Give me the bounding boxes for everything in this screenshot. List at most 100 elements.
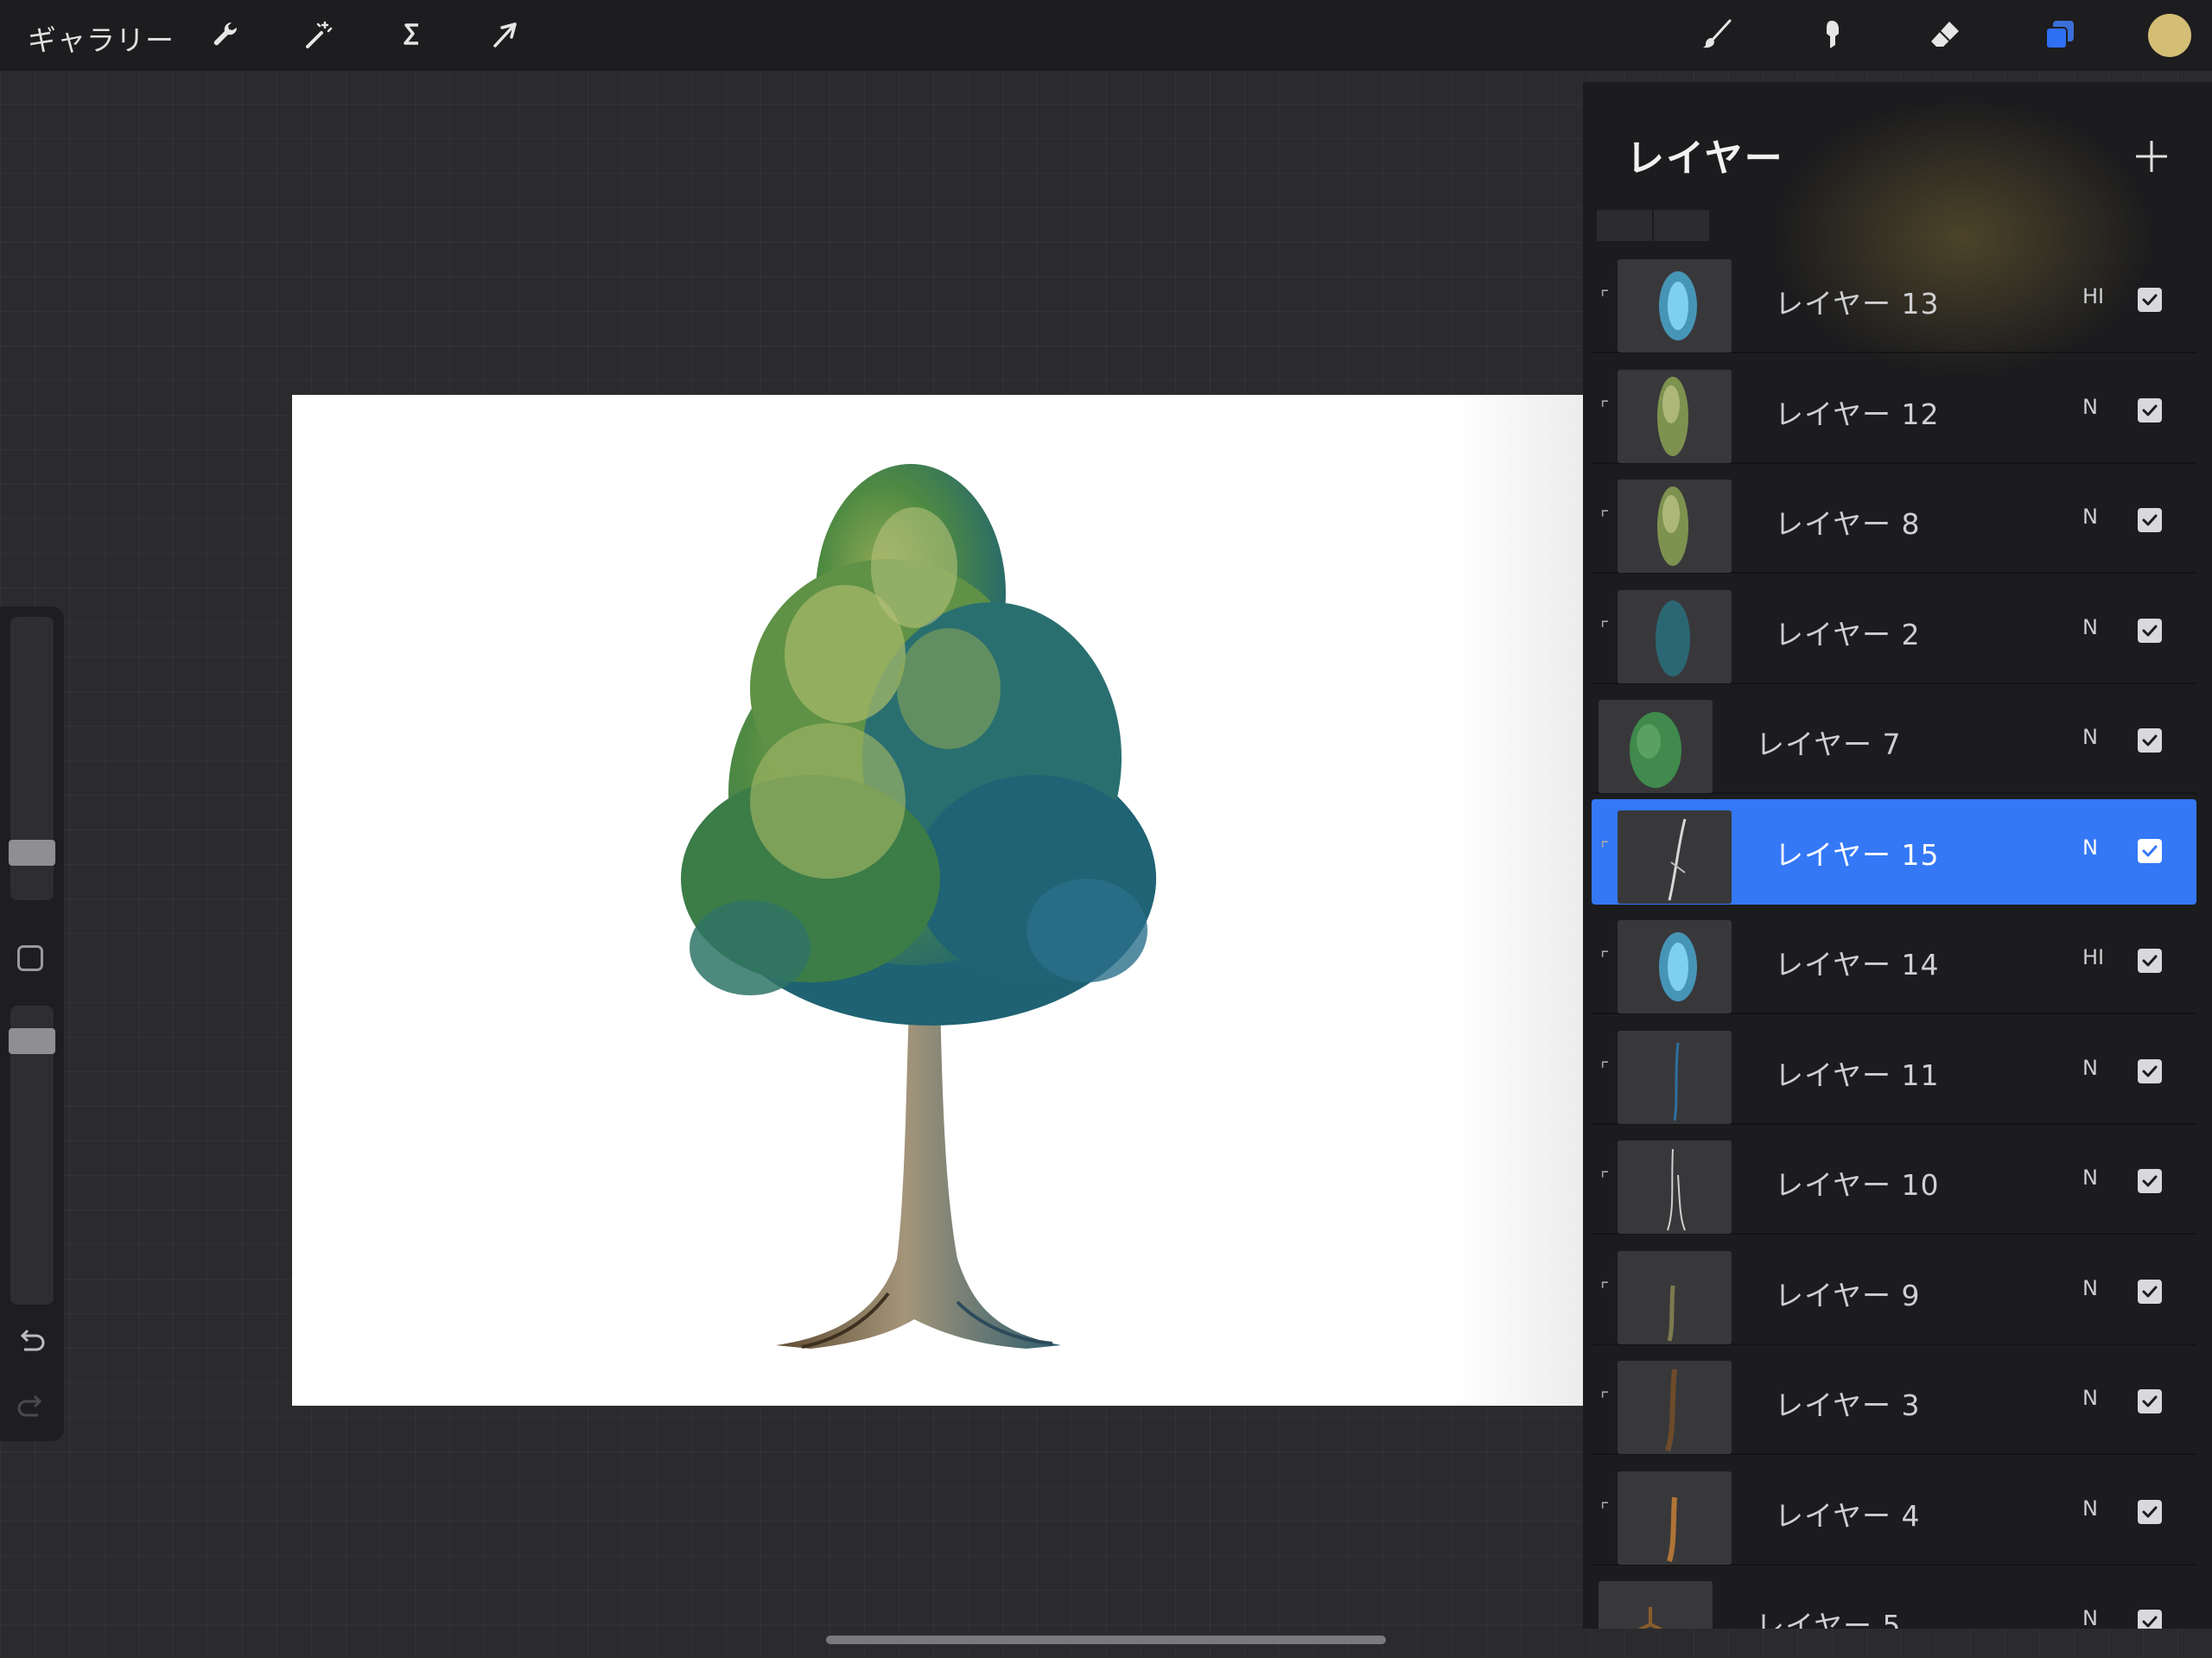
visibility-checkbox[interactable] <box>2138 1610 2162 1629</box>
layer-row[interactable]: ⌜ レイヤー 9 N <box>1592 1240 2196 1345</box>
brush-icon[interactable] <box>1694 10 1742 59</box>
blend-mode-button[interactable]: N <box>2082 1056 2098 1080</box>
home-indicator[interactable] <box>826 1636 1386 1644</box>
blend-mode-button[interactable]: N <box>2082 1496 2098 1521</box>
gallery-button[interactable]: ギャラリー <box>28 17 175 59</box>
clipping-mask-icon: ⌜ <box>1600 949 1610 970</box>
layer-name: レイヤー 5 <box>1756 1609 1902 1629</box>
layer-thumbnail[interactable] <box>1618 480 1732 573</box>
opacity-slider[interactable] <box>9 1006 55 1305</box>
layer-thumbnail[interactable] <box>1618 369 1732 463</box>
clipping-mask-icon: ⌜ <box>1600 1499 1610 1521</box>
clipping-mask-icon: ⌜ <box>1600 1169 1610 1191</box>
top-toolbar: ギャラリー <box>0 0 2212 71</box>
blend-mode-button[interactable]: N <box>2082 395 2098 419</box>
layer-thumbnail[interactable] <box>1618 1361 1732 1454</box>
undo-icon[interactable] <box>14 1325 48 1360</box>
layer-name: レイヤー 10 <box>1775 1168 1940 1202</box>
clipping-mask-icon: ⌜ <box>1600 838 1610 861</box>
layer-row[interactable]: ⌜ レイヤー 15 N <box>1592 798 2196 905</box>
blend-mode-button[interactable]: N <box>2082 1386 2098 1410</box>
visibility-checkbox[interactable] <box>2138 1169 2162 1193</box>
clipping-mask-icon: ⌜ <box>1600 1279 1610 1301</box>
layer-thumbnail[interactable] <box>1618 810 1732 904</box>
blend-mode-button[interactable]: N <box>2082 1276 2098 1300</box>
visibility-checkbox[interactable] <box>2138 1389 2162 1413</box>
drawing-canvas[interactable] <box>292 395 1583 1406</box>
layer-thumbnail[interactable] <box>1618 920 1732 1013</box>
layer-thumbnail[interactable] <box>1618 1471 1732 1565</box>
layer-thumbnail[interactable] <box>1618 1250 1732 1344</box>
visibility-checkbox[interactable] <box>2138 1058 2162 1083</box>
layer-thumbnail[interactable] <box>1599 700 1713 793</box>
blend-mode-button[interactable]: HI <box>2082 284 2104 308</box>
layer-row[interactable]: ⌜ レイヤー 13 HI <box>1592 248 2196 353</box>
layers-icon[interactable] <box>2036 10 2084 59</box>
tree-canopy <box>681 464 1156 1026</box>
layer-name: レイヤー 2 <box>1775 617 1921 651</box>
blend-mode-button[interactable]: N <box>2082 835 2098 860</box>
visibility-checkbox[interactable] <box>2138 1499 2162 1524</box>
tree-artwork <box>681 464 1156 1349</box>
layer-row[interactable]: ⌜ レイヤー 12 N <box>1592 359 2196 464</box>
color-swatch[interactable] <box>2148 14 2191 57</box>
clipping-mask-icon: ⌜ <box>1600 508 1610 530</box>
blend-mode-button[interactable]: N <box>2082 1606 2098 1629</box>
visibility-checkbox[interactable] <box>2138 397 2162 422</box>
visibility-checkbox[interactable] <box>2138 728 2162 753</box>
layer-thumbnail[interactable] <box>1599 1581 1713 1629</box>
layer-name: レイヤー 7 <box>1756 727 1902 761</box>
visibility-checkbox[interactable] <box>2138 508 2162 532</box>
layer-row[interactable]: ⌜ レイヤー 11 N <box>1592 1020 2196 1125</box>
brush-size-slider[interactable] <box>9 617 55 900</box>
visibility-checkbox[interactable] <box>2138 1279 2162 1304</box>
visibility-checkbox[interactable] <box>2138 288 2162 312</box>
left-sidebar <box>0 607 64 1441</box>
blend-mode-button[interactable]: N <box>2082 1166 2098 1190</box>
layer-name: レイヤー 3 <box>1775 1388 1921 1422</box>
wrench-icon[interactable] <box>201 10 250 59</box>
layer-row[interactable]: ⌜ レイヤー 14 HI <box>1592 909 2196 1014</box>
layer-row[interactable]: レイヤー 5 N <box>1592 1570 2196 1629</box>
clipping-mask-icon: ⌜ <box>1600 1058 1610 1081</box>
visibility-checkbox[interactable] <box>2138 618 2162 643</box>
layer-name: レイヤー 8 <box>1775 507 1921 541</box>
segment-left[interactable] <box>1597 210 1652 241</box>
segment-right[interactable] <box>1654 210 1709 241</box>
layers-panel: レイヤー ⌜ レイヤー 13 HI ⌜ レイヤー 12 N ⌜ レイヤー 8 N ⌜ レイヤー 2 N… <box>1583 82 2212 1629</box>
layer-thumbnail[interactable] <box>1618 1140 1732 1234</box>
modify-square-icon[interactable] <box>17 945 43 971</box>
blend-mode-button[interactable]: N <box>2082 725 2098 749</box>
clipping-mask-icon: ⌜ <box>1600 288 1610 309</box>
layer-name: レイヤー 9 <box>1775 1278 1921 1312</box>
opacity-thumb[interactable] <box>9 1028 55 1054</box>
blend-mode-button[interactable]: N <box>2082 505 2098 529</box>
layer-row[interactable]: ⌜ レイヤー 4 N <box>1592 1460 2196 1566</box>
eraser-icon[interactable] <box>1922 10 1970 59</box>
blend-mode-button[interactable]: N <box>2082 615 2098 639</box>
layer-thumbnail[interactable] <box>1618 589 1732 683</box>
layer-thumbnail[interactable] <box>1618 1030 1732 1124</box>
blend-mode-button[interactable]: HI <box>2082 945 2104 969</box>
layer-row[interactable]: ⌜ レイヤー 2 N <box>1592 579 2196 684</box>
transform-arrow-icon[interactable] <box>480 10 529 59</box>
layer-name: レイヤー 13 <box>1775 287 1940 321</box>
layer-row[interactable]: ⌜ レイヤー 3 N <box>1592 1350 2196 1455</box>
layer-thumbnail[interactable] <box>1618 259 1732 353</box>
panel-title: レイヤー <box>1626 137 1784 181</box>
layer-row[interactable]: ⌜ レイヤー 8 N <box>1592 468 2196 574</box>
redo-icon[interactable] <box>14 1391 48 1426</box>
layer-row[interactable]: レイヤー 7 N <box>1592 689 2196 794</box>
layer-name: レイヤー 11 <box>1775 1058 1940 1092</box>
brush-size-thumb[interactable] <box>9 840 55 866</box>
selection-s-icon[interactable] <box>387 10 435 59</box>
layer-row[interactable]: ⌜ レイヤー 10 N <box>1592 1129 2196 1235</box>
plus-icon[interactable] <box>2127 132 2176 181</box>
visibility-checkbox[interactable] <box>2138 838 2162 863</box>
smudge-icon[interactable] <box>1808 10 1856 59</box>
layer-name: レイヤー 4 <box>1775 1498 1921 1533</box>
visibility-checkbox[interactable] <box>2138 949 2162 973</box>
layer-name: レイヤー 14 <box>1775 948 1940 981</box>
magic-wand-icon[interactable] <box>294 10 342 59</box>
clipping-mask-icon: ⌜ <box>1600 397 1610 420</box>
